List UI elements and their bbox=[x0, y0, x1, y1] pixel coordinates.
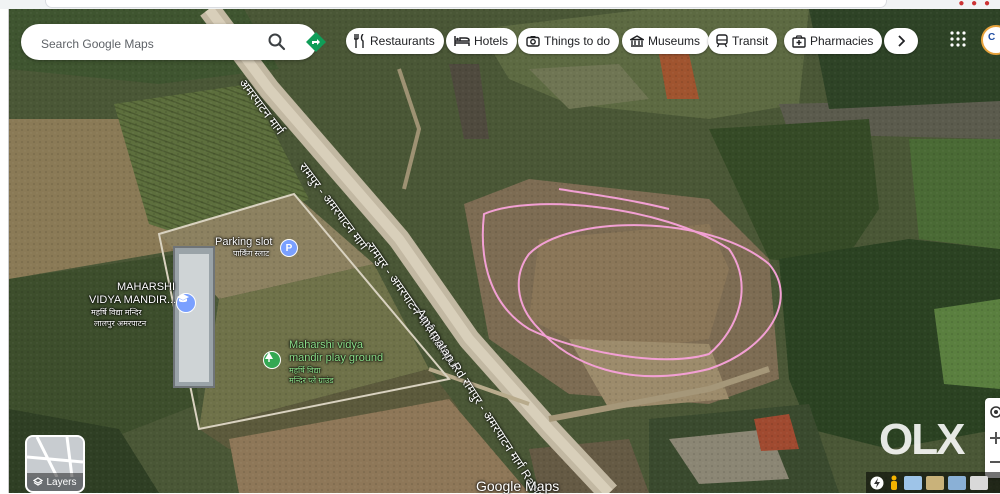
parking-pin-icon[interactable]: P bbox=[280, 239, 298, 257]
left-window-edge bbox=[0, 9, 9, 493]
imagery-thumb-1[interactable] bbox=[904, 475, 922, 490]
parking-label[interactable]: Parking slot bbox=[215, 236, 272, 248]
playground-label-local-line1: महर्षि विद्या bbox=[289, 366, 321, 375]
parking-label-local: पार्किंग स्लाट bbox=[233, 249, 270, 258]
satellite-imagery bbox=[9, 9, 1000, 493]
chip-label: Restaurants bbox=[370, 34, 435, 48]
olx-watermark: OLX bbox=[879, 415, 965, 464]
lightning-icon[interactable] bbox=[870, 476, 884, 490]
map-controls bbox=[985, 398, 1000, 478]
pegman-icon[interactable] bbox=[888, 475, 900, 491]
search-box bbox=[21, 24, 326, 60]
satellite-map[interactable]: अमरपाटन मार्ग रामपुर - अमरपाटन मार्ग राम… bbox=[9, 9, 1000, 493]
hotel-icon bbox=[454, 36, 470, 46]
train-icon bbox=[716, 34, 728, 48]
layers-thumbnail bbox=[27, 437, 83, 478]
playground-label-line1[interactable]: Maharshi vidya bbox=[289, 339, 363, 351]
chips-next-button[interactable] bbox=[884, 28, 918, 54]
school-label-line2[interactable]: VIDYA MANDIR... bbox=[89, 294, 176, 306]
chevron-right-icon bbox=[898, 35, 905, 47]
chip-label: Things to do bbox=[544, 34, 611, 48]
imagery-thumb-2[interactable] bbox=[926, 475, 944, 490]
chip-label: Pharmacies bbox=[810, 34, 874, 48]
playground-label-local-line2: मन्दिर प्ले ग्राउंड bbox=[289, 376, 334, 385]
chip-pharmacies[interactable]: Pharmacies bbox=[784, 28, 883, 54]
school-label-local-line1: महर्षि विद्या मन्दिर bbox=[91, 308, 142, 317]
search-input[interactable] bbox=[39, 34, 243, 54]
google-maps-attribution: Google Maps bbox=[476, 478, 560, 494]
address-bar-pill[interactable] bbox=[45, 0, 887, 8]
playground-label-line2[interactable]: mandir play ground bbox=[289, 352, 383, 364]
chip-restaurants[interactable]: Restaurants bbox=[346, 28, 444, 54]
chip-museums[interactable]: Museums bbox=[622, 28, 710, 54]
park-pin-icon[interactable] bbox=[263, 351, 281, 369]
my-location-icon[interactable] bbox=[986, 402, 1000, 422]
zoom-in-icon[interactable] bbox=[986, 428, 1000, 448]
layers-button[interactable]: Layers bbox=[25, 435, 85, 493]
chip-label: Transit bbox=[732, 34, 769, 48]
directions-icon[interactable] bbox=[304, 30, 328, 54]
chip-things-to-do[interactable]: Things to do bbox=[518, 28, 620, 54]
browser-menu-dots[interactable]: ● ● ● bbox=[958, 0, 992, 9]
chip-label: Hotels bbox=[474, 34, 509, 48]
school-pin-icon[interactable] bbox=[176, 293, 196, 313]
chip-transit[interactable]: Transit bbox=[708, 28, 778, 54]
school-label-line1[interactable]: MAHARSHI bbox=[117, 281, 175, 293]
pharmacy-icon bbox=[792, 34, 806, 48]
museum-icon bbox=[630, 34, 644, 47]
restaurant-icon bbox=[354, 34, 364, 48]
imagery-thumb-4[interactable] bbox=[970, 475, 988, 490]
avatar-initial: C bbox=[988, 32, 996, 43]
layers-label: Layers bbox=[46, 476, 77, 488]
chip-label: Museums bbox=[648, 34, 701, 48]
zoom-out-icon[interactable] bbox=[986, 452, 1000, 472]
google-apps-icon[interactable] bbox=[950, 31, 966, 47]
camera-icon bbox=[526, 36, 540, 47]
chip-hotels[interactable]: Hotels bbox=[446, 28, 518, 54]
layers-icon bbox=[33, 477, 44, 486]
school-label-local-line2: लालपुर अमरपाटन bbox=[94, 319, 147, 328]
search-icon[interactable] bbox=[267, 32, 287, 52]
imagery-thumb-3[interactable] bbox=[948, 475, 966, 490]
bottom-toolbar bbox=[866, 472, 1000, 493]
